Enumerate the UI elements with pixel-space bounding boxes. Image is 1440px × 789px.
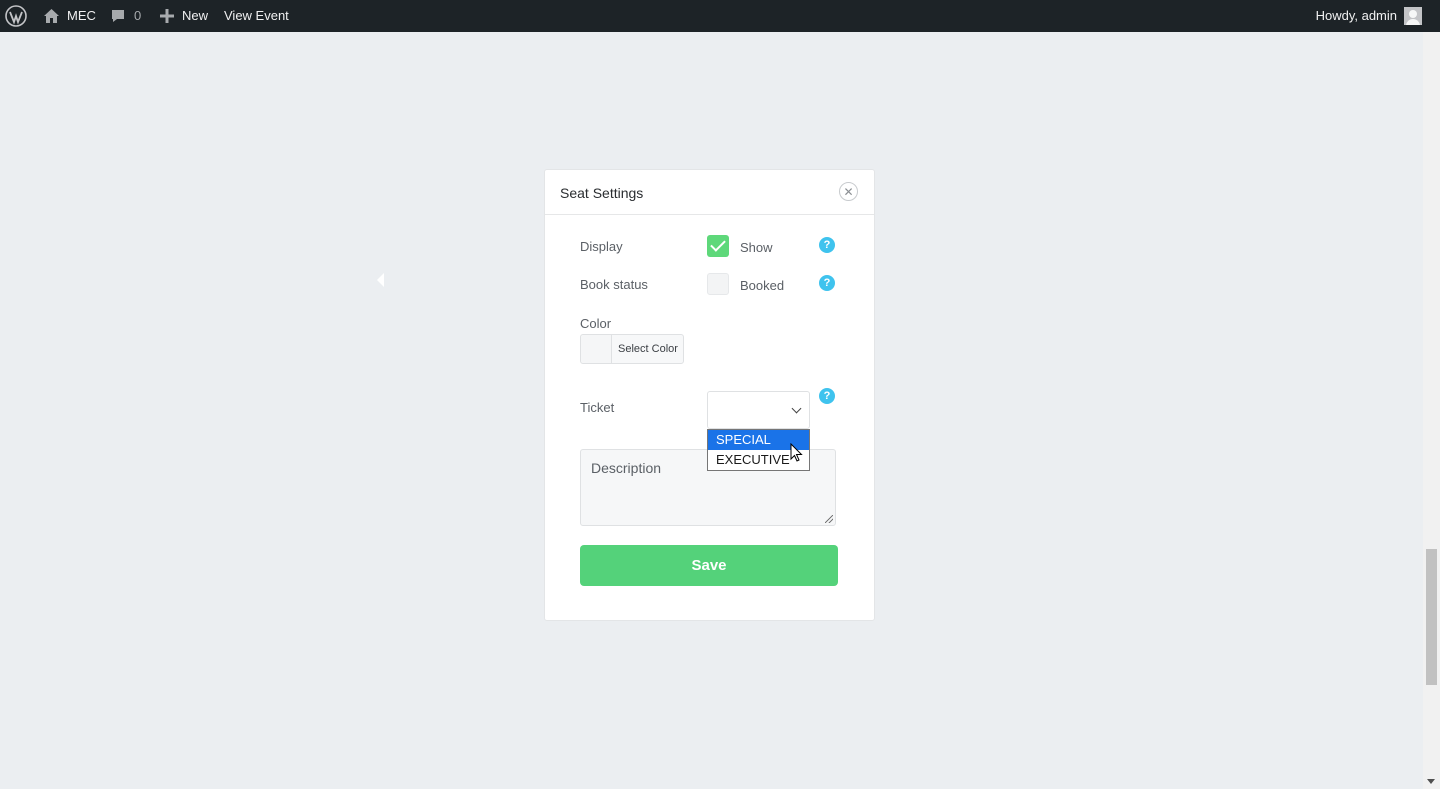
my-account-menu[interactable]: Howdy, admin xyxy=(1316,0,1422,32)
site-name-label: MEC xyxy=(67,8,96,23)
description-placeholder: Description xyxy=(591,460,662,476)
view-event-link[interactable]: View Event xyxy=(224,0,289,32)
new-content-menu[interactable]: New xyxy=(160,0,208,32)
view-event-label: View Event xyxy=(224,8,289,23)
comments-count: 0 xyxy=(134,8,142,23)
wp-logo-menu[interactable] xyxy=(5,0,29,32)
page-scrollbar[interactable] xyxy=(1423,32,1440,789)
comments-menu[interactable]: 0 xyxy=(110,0,141,32)
modal-header: Seat Settings ✕ xyxy=(545,170,874,215)
new-label: New xyxy=(182,8,209,23)
ticket-label: Ticket xyxy=(580,400,615,415)
prev-arrow-icon[interactable] xyxy=(377,273,384,287)
select-color-label: Select Color xyxy=(618,343,678,355)
scroll-down-arrow-icon[interactable] xyxy=(1427,779,1435,784)
save-button[interactable]: Save xyxy=(580,545,838,586)
ticket-help-icon[interactable]: ? xyxy=(819,388,835,404)
scrollbar-thumb[interactable] xyxy=(1426,549,1437,685)
home-icon xyxy=(44,9,59,23)
book-status-label: Book status xyxy=(580,277,648,292)
color-picker-button[interactable]: Select Color xyxy=(580,334,684,364)
color-label: Color xyxy=(580,316,612,331)
close-button[interactable]: ✕ xyxy=(839,182,858,201)
user-avatar-icon xyxy=(1404,7,1422,25)
color-swatch xyxy=(581,335,612,363)
chevron-down-icon xyxy=(791,403,802,414)
ticket-select[interactable] xyxy=(707,391,810,429)
account-label: Howdy, admin xyxy=(1315,8,1397,23)
resize-handle[interactable] xyxy=(825,515,833,523)
comment-bubble-icon xyxy=(112,10,124,22)
close-icon: ✕ xyxy=(843,184,854,199)
booked-label: Booked xyxy=(740,278,785,293)
admin-bar: MEC 0 New View Event Howdy, admin xyxy=(0,0,1440,32)
seat-settings-modal: Seat Settings ✕ Display Show ? Book stat… xyxy=(544,169,875,621)
booked-checkbox[interactable] xyxy=(707,273,729,295)
book-status-help-icon[interactable]: ? xyxy=(819,275,835,291)
display-label: Display xyxy=(580,239,623,254)
display-help-icon[interactable]: ? xyxy=(819,237,835,253)
show-label: Show xyxy=(740,240,773,255)
display-show-checkbox[interactable] xyxy=(707,235,729,257)
plus-icon xyxy=(160,9,174,23)
wordpress-logo-icon xyxy=(5,5,27,27)
site-name-menu[interactable]: MEC xyxy=(43,0,96,32)
modal-title: Seat Settings xyxy=(560,185,644,201)
